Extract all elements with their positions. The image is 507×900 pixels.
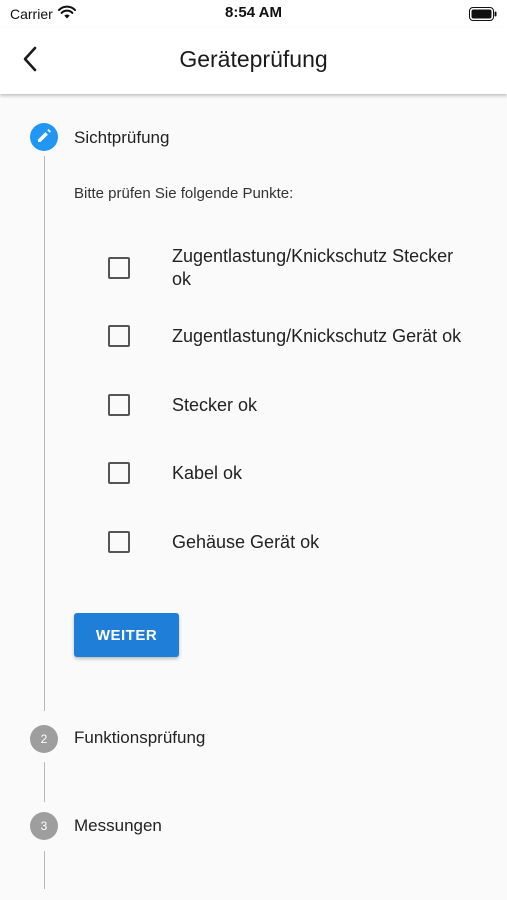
step-number: 2 [40,732,48,746]
step-3-indicator: 3 [30,812,58,840]
checkbox[interactable] [108,257,130,279]
step-title-funktionspruefung[interactable]: Funktionsprüfung [74,728,205,748]
stepper: Sichtprüfung Bitte prüfen Sie folgende P… [0,94,507,900]
step-title-sichtpruefung[interactable]: Sichtprüfung [74,128,169,148]
checklist-item[interactable]: Kabel ok [100,443,480,503]
checklist-item-label: Gehäuse Gerät ok [172,531,320,552]
step-connector-line [44,851,45,889]
step-number: 3 [40,819,48,833]
checklist-prompt: Bitte prüfen Sie folgende Punkte: [74,185,294,202]
battery-icon [469,7,497,26]
pencil-icon [36,128,52,147]
checkbox[interactable] [108,325,130,347]
step-1-indicator [30,123,58,151]
checkbox[interactable] [108,531,130,553]
checklist-item-label: Kabel ok [172,462,243,483]
checklist-item[interactable]: Stecker ok [100,375,480,435]
continue-button[interactable]: WEITER [74,613,179,657]
app-bar: Geräteprüfung [0,28,507,94]
checkbox[interactable] [108,462,130,484]
checklist-item-label: Zugentlastung/Knickschutz Gerät ok [172,325,462,346]
checklist-item[interactable]: Zugentlastung/Knickschutz Gerät ok [100,306,480,366]
page-title: Geräteprüfung [179,46,328,72]
status-time: 8:54 AM [225,4,282,21]
step-connector-line [44,762,45,802]
step-connector-line [44,156,45,711]
status-bar: Carrier 8:54 AM [0,0,507,28]
checklist-item[interactable]: Zugentlastung/Knickschutz Stecker ok [100,238,480,298]
step-title-messungen[interactable]: Messungen [74,816,162,836]
checkbox[interactable] [108,394,130,416]
checklist-item[interactable]: Gehäuse Gerät ok [100,512,480,572]
step-2-indicator: 2 [30,725,58,753]
checklist-item-label: Zugentlastung/Knickschutz Stecker ok [172,246,454,289]
checklist-item-label: Stecker ok [172,394,258,415]
